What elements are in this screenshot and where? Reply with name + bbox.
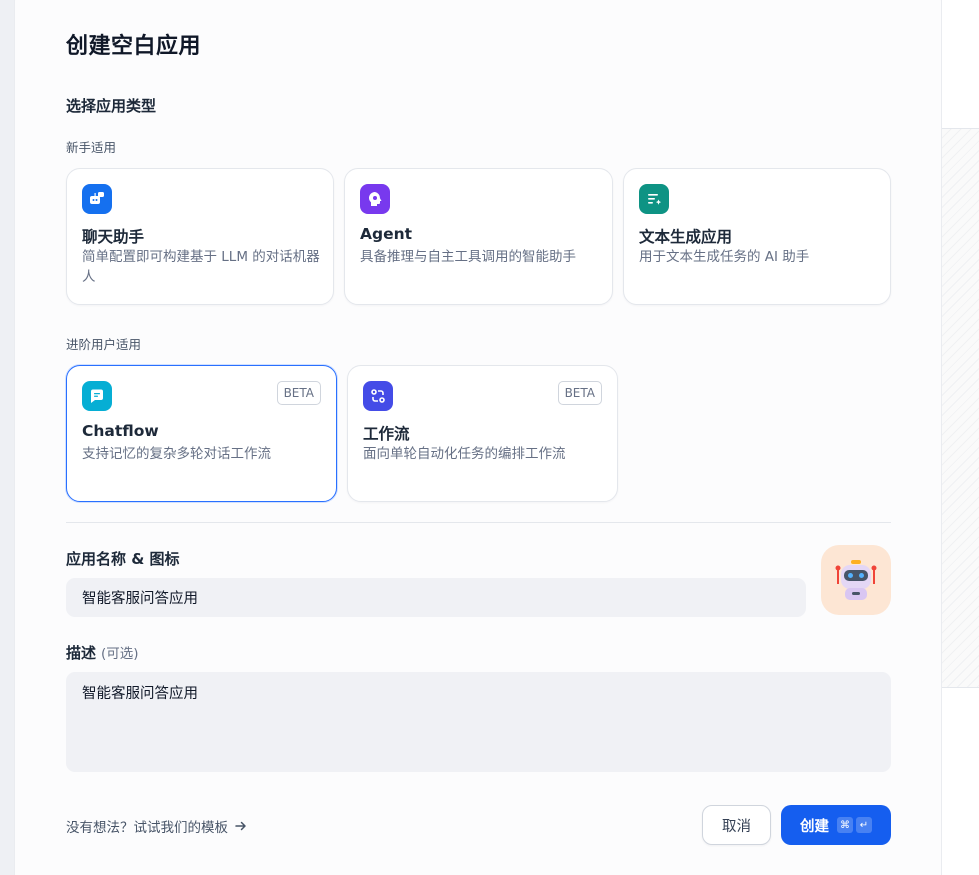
- brain-icon: [360, 184, 390, 214]
- card-description: 面向单轮自动化任务的编排工作流: [363, 446, 566, 462]
- app-type-card-chatflow[interactable]: BETA Chatflow 支持记忆的复杂多轮对话工作流: [66, 365, 337, 502]
- app-name-input[interactable]: [66, 578, 806, 617]
- app-type-card-chat[interactable]: 聊天助手 简单配置即可构建基于 LLM 的对话机器人: [66, 168, 334, 305]
- app-type-card-workflow[interactable]: BETA 工作流 面向单轮自动化任务的编排工作流: [347, 365, 618, 502]
- description-label-row: 描述 (可选): [66, 642, 139, 663]
- beginner-group-label: 新手适用: [66, 140, 117, 155]
- card-title: Chatflow: [82, 422, 159, 440]
- app-name-label: 应用名称 & 图标: [66, 550, 180, 568]
- card-description: 用于文本生成任务的 AI 助手: [639, 249, 810, 265]
- background-panel: [941, 0, 979, 875]
- cancel-button-label: 取消: [722, 818, 751, 835]
- command-key-icon: ⌘: [837, 817, 853, 833]
- card-title: 文本生成应用: [639, 228, 733, 246]
- enter-key-icon: ↵: [856, 817, 872, 833]
- advanced-group-label: 进阶用户适用: [66, 337, 142, 352]
- app-type-card-text-generation[interactable]: 文本生成应用 用于文本生成任务的 AI 助手: [623, 168, 891, 305]
- arrow-right-icon: [235, 821, 246, 831]
- dialog-title: 创建空白应用: [66, 34, 202, 59]
- cancel-button[interactable]: 取消: [702, 805, 771, 845]
- description-textarea[interactable]: 智能客服问答应用: [66, 672, 891, 772]
- chat-bot-icon: [82, 184, 112, 214]
- section-divider: [66, 522, 891, 523]
- card-description: 具备推理与自主工具调用的智能助手: [360, 249, 576, 265]
- background-hatch: [942, 128, 979, 688]
- optional-hint: (可选): [101, 646, 139, 662]
- shortcut-keys: ⌘ ↵: [837, 817, 872, 833]
- card-title: Agent: [360, 225, 413, 243]
- app-icon-picker[interactable]: [821, 545, 891, 615]
- chat-bubble-icon: [82, 381, 112, 411]
- description-label: 描述: [66, 644, 97, 662]
- create-button-label: 创建: [800, 818, 829, 835]
- template-link-text: 没有想法？试试我们的模板: [66, 820, 228, 836]
- template-link[interactable]: 没有想法？试试我们的模板: [66, 816, 248, 836]
- create-button[interactable]: 创建 ⌘ ↵: [781, 805, 891, 845]
- text-sparkle-icon: [639, 184, 669, 214]
- beta-badge: BETA: [557, 381, 602, 405]
- app-type-label: 选择应用类型: [66, 97, 157, 115]
- card-description: 简单配置即可构建基于 LLM 的对话机器人: [82, 249, 320, 285]
- card-title: 工作流: [363, 425, 410, 443]
- robot-avatar-icon: [835, 560, 877, 600]
- card-description: 支持记忆的复杂多轮对话工作流: [82, 446, 271, 462]
- workflow-icon: [363, 381, 393, 411]
- beta-badge: BETA: [276, 381, 321, 405]
- card-title: 聊天助手: [82, 228, 145, 246]
- app-type-card-agent[interactable]: Agent 具备推理与自主工具调用的智能助手: [344, 168, 613, 305]
